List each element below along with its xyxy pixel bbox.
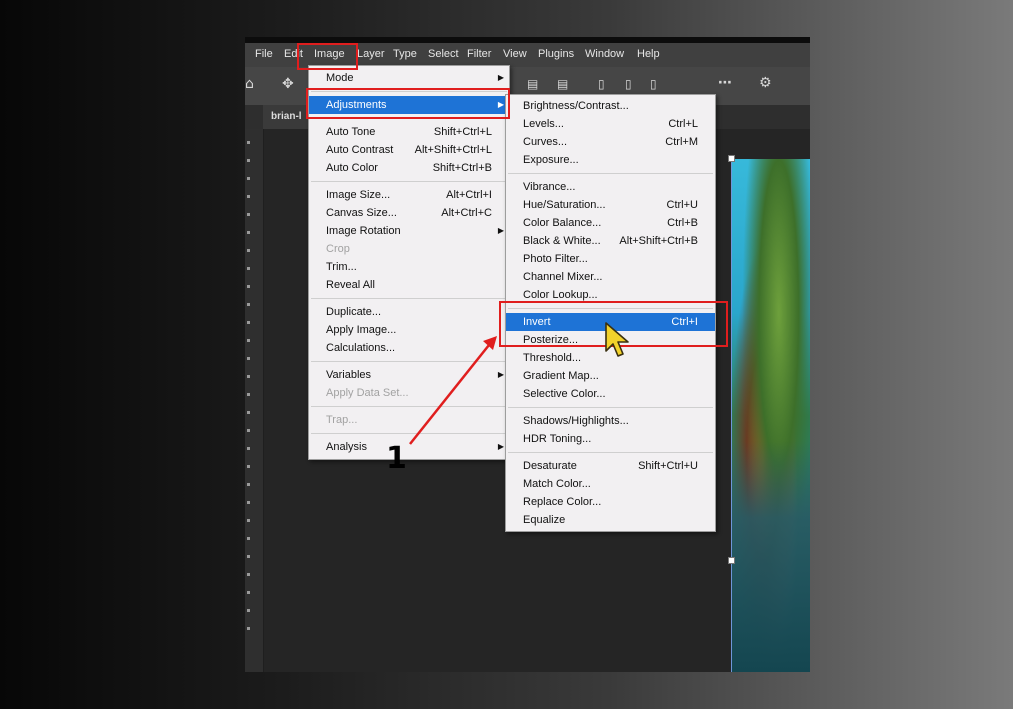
mouse-pointer-icon <box>605 322 629 357</box>
highlight-box-adjustments <box>306 88 510 119</box>
highlight-box-image-menu <box>297 43 358 70</box>
step-number-label: 1 <box>386 441 407 476</box>
annotation-arrow-line <box>409 344 490 445</box>
